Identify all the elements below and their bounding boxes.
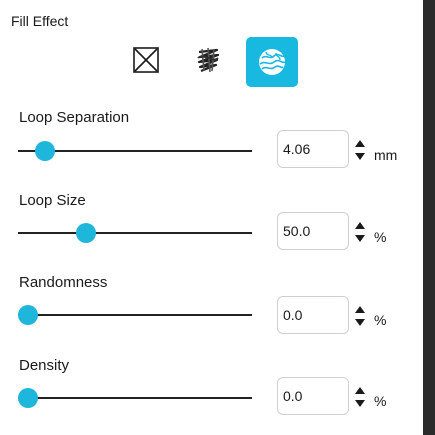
density-stepper[interactable] bbox=[354, 383, 366, 413]
increment-arrow-icon[interactable] bbox=[355, 140, 365, 147]
loop-separation-label: Loop Separation bbox=[19, 109, 130, 126]
loop-size-input[interactable]: 50.0 bbox=[277, 212, 349, 250]
loop-separation-slider[interactable] bbox=[18, 140, 252, 162]
loop-size-label: Loop Size bbox=[19, 192, 86, 209]
increment-arrow-icon[interactable] bbox=[355, 306, 365, 313]
randomness-slider[interactable] bbox=[18, 304, 252, 326]
scribble-fill-icon[interactable] bbox=[191, 43, 225, 77]
slider-track bbox=[18, 397, 252, 399]
slider-thumb[interactable] bbox=[18, 388, 38, 408]
decrement-arrow-icon[interactable] bbox=[355, 400, 365, 407]
fill-effect-options bbox=[0, 37, 423, 87]
window-edge bbox=[423, 0, 435, 435]
fill-effect-panel: Fill Effect Loop Separation 4.06 mm Loop… bbox=[0, 0, 423, 435]
increment-arrow-icon[interactable] bbox=[355, 387, 365, 394]
loop-separation-stepper[interactable] bbox=[354, 136, 366, 166]
loop-fill-icon[interactable] bbox=[246, 37, 298, 87]
loop-separation-unit: mm bbox=[374, 147, 398, 163]
slider-thumb[interactable] bbox=[75, 223, 96, 243]
randomness-input[interactable]: 0.0 bbox=[277, 296, 349, 334]
randomness-label: Randomness bbox=[19, 274, 108, 291]
slider-track bbox=[18, 314, 252, 316]
loop-separation-input[interactable]: 4.06 bbox=[277, 130, 349, 168]
decrement-arrow-icon[interactable] bbox=[355, 319, 365, 326]
density-unit: % bbox=[374, 393, 387, 409]
loop-size-unit: % bbox=[374, 229, 387, 245]
slider-thumb[interactable] bbox=[18, 305, 38, 325]
density-slider[interactable] bbox=[18, 387, 252, 409]
increment-arrow-icon[interactable] bbox=[355, 222, 365, 229]
none-fill-icon[interactable] bbox=[133, 47, 159, 73]
decrement-arrow-icon[interactable] bbox=[355, 153, 365, 160]
decrement-arrow-icon[interactable] bbox=[355, 235, 365, 242]
slider-thumb[interactable] bbox=[35, 141, 56, 161]
density-label: Density bbox=[19, 357, 70, 374]
loop-size-stepper[interactable] bbox=[354, 218, 366, 248]
density-input[interactable]: 0.0 bbox=[277, 377, 349, 415]
section-title: Fill Effect bbox=[11, 13, 69, 29]
slider-track bbox=[18, 232, 252, 234]
randomness-stepper[interactable] bbox=[354, 302, 366, 332]
loop-size-slider[interactable] bbox=[18, 222, 252, 244]
randomness-unit: % bbox=[374, 312, 387, 328]
